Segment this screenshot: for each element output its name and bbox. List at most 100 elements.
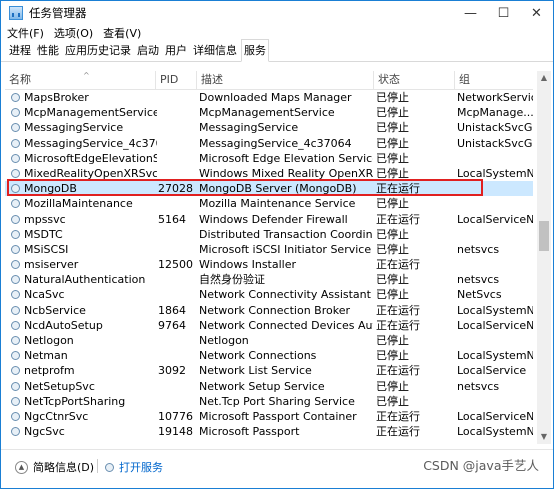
cell-status: 已停止 [376, 197, 409, 211]
table-row[interactable]: NcbService 1864 Network Connection Broker 正… [5, 303, 533, 318]
menu-options[interactable]: 选项(O) [54, 25, 93, 41]
service-gear-icon [11, 275, 20, 285]
minimize-button[interactable]: — [454, 1, 487, 25]
cell-group: UnistackSvcGr... [457, 136, 533, 150]
table-row[interactable]: netprofm 3092 Network List Service 正在运行 Loca… [5, 363, 533, 378]
service-gear-icon [11, 381, 20, 391]
tab-startup[interactable]: 启动 [135, 40, 161, 61]
cell-group: netsvcs [457, 273, 500, 287]
table-row[interactable]: MessagingService_4c370... MessagingServic… [5, 136, 533, 151]
cell-pid [158, 90, 198, 105]
column-header-description[interactable]: 描述 [197, 71, 374, 89]
cell-status: 正在运行 [376, 364, 420, 378]
tab-services[interactable]: 服务 [241, 39, 269, 62]
table-row[interactable]: MixedRealityOpenXRSvc Windows Mixed Reali… [5, 166, 533, 181]
brief-info-button[interactable]: ▲ 简略信息(D) [15, 459, 94, 475]
cell-group: LocalSystemN... [457, 349, 533, 363]
cell-desc: Microsoft Edge Elevation Service (... [199, 151, 373, 165]
cell-pid [158, 242, 198, 257]
scroll-up-icon[interactable]: ▲ [537, 71, 551, 85]
menu-file[interactable]: 文件(F) [7, 25, 44, 41]
cell-status: 已停止 [376, 166, 409, 180]
tab-processes[interactable]: 进程 [7, 40, 33, 61]
open-services-label: 打开服务 [119, 461, 163, 474]
table-row[interactable]: MSDTC Distributed Transaction Coordinator… [5, 227, 533, 242]
table-row[interactable]: NcaSvc Network Connectivity Assistant 已停止 N… [5, 287, 533, 302]
table-body: MapsBroker Downloaded Maps Manager 已停止 Netw… [5, 90, 533, 439]
cell-status: 已停止 [376, 151, 409, 165]
column-header-group[interactable]: 组 [455, 71, 533, 89]
cell-status: 已停止 [376, 288, 409, 302]
cell-desc: Network Connection Broker [199, 303, 350, 317]
cell-status: 正在运行 [376, 303, 420, 317]
scroll-down-icon[interactable]: ▼ [537, 430, 551, 444]
table-row[interactable]: MongoDB 27028 MongoDB Server (MongoDB) 正在运行 [5, 181, 533, 197]
service-gear-icon [11, 320, 20, 330]
cell-pid: 27028 [158, 182, 193, 196]
scrollbar-thumb[interactable] [539, 221, 549, 251]
table-row[interactable]: NetTcpPortSharing Net.Tcp Port Sharing Se… [5, 394, 533, 409]
tab-details[interactable]: 详细信息 [191, 40, 239, 61]
cell-group [457, 151, 533, 166]
cell-status: 正在运行 [376, 182, 420, 196]
open-services-link[interactable]: 打开服务 [105, 459, 163, 475]
cell-desc: Network Connections [199, 349, 317, 363]
cell-group: LocalService [457, 364, 527, 378]
tab-app-history[interactable]: 应用历史记录 [63, 40, 133, 61]
service-gear-icon [11, 138, 20, 148]
footer-divider [97, 459, 98, 473]
cell-name: NetTcpPortSharing [11, 394, 157, 409]
table-row[interactable]: NaturalAuthentication 自然身份验证 已停止 netsvcs [5, 272, 533, 287]
cell-group: netsvcs [457, 379, 500, 393]
cell-pid: 9764 [158, 318, 186, 332]
cell-status: 已停止 [376, 91, 409, 104]
tab-performance[interactable]: 性能 [35, 40, 61, 61]
sort-caret-icon: ^ [83, 71, 90, 80]
table-row[interactable]: Netman Network Connections 已停止 LocalSystemN… [5, 348, 533, 363]
column-header-pid[interactable]: PID [156, 71, 197, 89]
cell-status: 已停止 [376, 136, 409, 150]
cell-group: netsvcs [457, 242, 500, 256]
cell-name: NcbService [11, 303, 157, 318]
table-row[interactable]: Netlogon Netlogon 已停止 [5, 333, 533, 348]
table-row[interactable]: MSiSCSI Microsoft iSCSI Initiator Service… [5, 242, 533, 257]
table-row[interactable]: NgcCtnrSvc 10776 Microsoft Passport Contai… [5, 409, 533, 424]
cell-desc: Downloaded Maps Manager [199, 91, 352, 104]
vertical-scrollbar[interactable]: ▲ ▼ [537, 71, 551, 444]
table-row[interactable]: MapsBroker Downloaded Maps Manager 已停止 Netw… [5, 90, 533, 105]
cell-pid [158, 166, 198, 181]
service-gear-icon [11, 244, 20, 254]
cell-pid [158, 394, 198, 409]
column-header-name[interactable]: 名称 ^ [5, 71, 156, 89]
cell-name: NgcSvc [11, 424, 157, 439]
tab-users[interactable]: 用户 [163, 40, 189, 61]
table-row[interactable]: NcdAutoSetup 9764 Network Connected Device… [5, 318, 533, 333]
cell-name: MapsBroker [11, 90, 157, 105]
table-row[interactable]: MicrosoftEdgeElevationSe... Microsoft Edg… [5, 151, 533, 166]
tab-strip: 进程 性能 应用历史记录 启动 用户 详细信息 服务 [1, 39, 553, 62]
cell-pid [158, 105, 198, 120]
close-button[interactable]: ✕ [520, 1, 553, 25]
table-row[interactable]: mpssvc 5164 Windows Defender Firewall 正在运行 L… [5, 212, 533, 227]
cell-status: 正在运行 [376, 258, 420, 272]
cell-group [457, 181, 533, 196]
menu-view[interactable]: 查看(V) [103, 25, 141, 41]
table-row[interactable]: NgcSvc 19148 Microsoft Passport 正在运行 LocalSy… [5, 424, 533, 439]
service-gear-icon [11, 108, 20, 118]
cell-status: 已停止 [376, 379, 409, 393]
cell-pid [158, 287, 198, 302]
table-row[interactable]: McpManagementService McpManagementService… [5, 105, 533, 120]
table-row[interactable]: MessagingService MessagingService 已停止 Unist… [5, 120, 533, 135]
table-row[interactable]: NetSetupSvc Network Setup Service 已停止 netsv… [5, 379, 533, 394]
maximize-button[interactable]: ☐ [487, 1, 520, 25]
table-row[interactable]: MozillaMaintenance Mozilla Maintenance Se… [5, 196, 533, 211]
window-title: 任务管理器 [29, 6, 87, 20]
column-header-status[interactable]: 状态 [374, 71, 455, 89]
cell-name: NgcCtnrSvc [11, 409, 157, 424]
cell-name: McpManagementService [11, 105, 157, 120]
cell-group [457, 196, 533, 211]
cell-group [457, 394, 533, 409]
table-row[interactable]: msiserver 12500 Windows Installer 正在运行 [5, 257, 533, 272]
cell-status: 正在运行 [376, 409, 420, 423]
title-bar[interactable]: 任务管理器 — ☐ ✕ [1, 1, 553, 25]
